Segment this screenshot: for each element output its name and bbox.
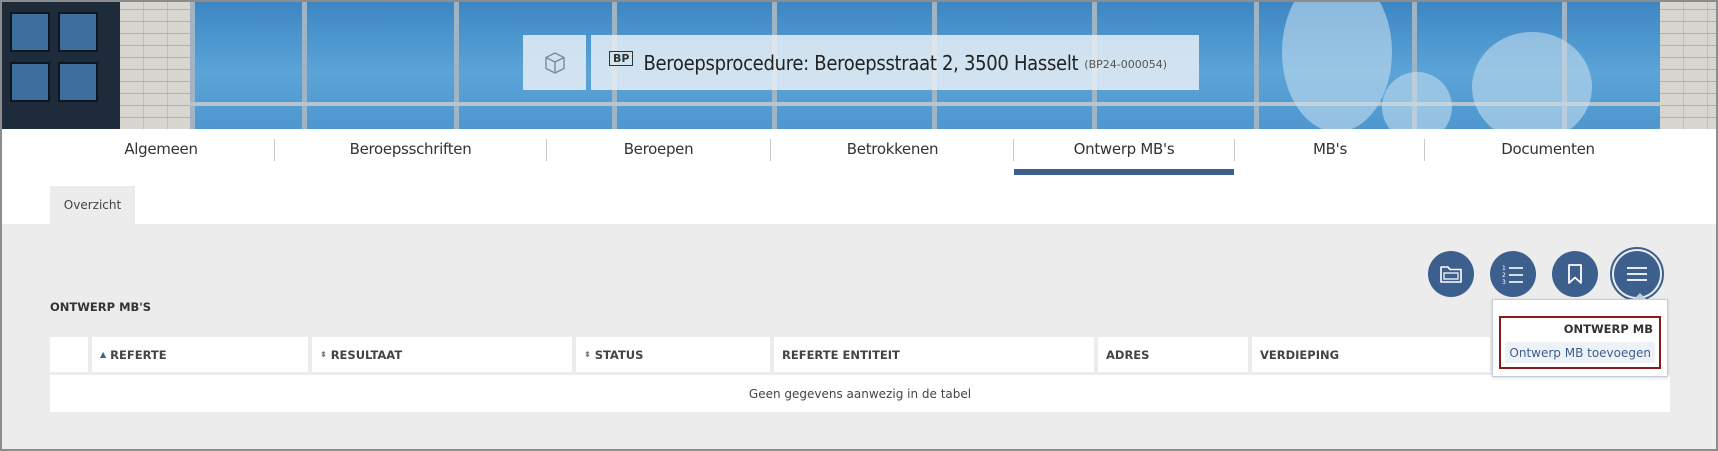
page-reference: (BP24-000054) (1084, 58, 1168, 71)
box-icon (544, 51, 565, 74)
column-label: STATUS (594, 347, 644, 362)
column-label: REFERTE ENTITEIT (782, 347, 900, 362)
hero-window (10, 12, 50, 52)
svg-text:3: 3 (1502, 279, 1506, 285)
tab-label: Algemeen (124, 140, 198, 158)
subtab-overzicht[interactable]: Overzicht (50, 186, 135, 224)
table-header-referte[interactable]: ▲ REFERTE (92, 337, 308, 372)
table-empty-row: Geen gegevens aanwezig in de tabel (50, 375, 1670, 412)
hero-mullion (302, 2, 307, 129)
hero-swirl (1282, 2, 1392, 129)
sort-asc-icon: ▲ (100, 349, 107, 359)
hero-brick-left (120, 2, 190, 129)
table-header-referte-entiteit[interactable]: REFERTE ENTITEIT (774, 337, 1094, 372)
tab-beroepsschriften[interactable]: Beroepsschriften (275, 129, 546, 176)
svg-text:1: 1 (1502, 265, 1506, 272)
tab-label: Betrokkenen (846, 140, 939, 158)
bp-badge: BP (609, 51, 634, 66)
ontwerp-mb-table: ▲ REFERTE ⬍ RESULTAAT ⬍ STATUS REFERTE E… (50, 337, 1670, 412)
main-tabs: Algemeen Beroepsschriften Beroepen Betro… (2, 129, 1716, 176)
hero-swirl (1472, 32, 1592, 129)
hero-building-left (2, 2, 120, 129)
tab-label: MB's (1313, 140, 1347, 158)
section-title: ONTWERP MB'S (50, 300, 152, 314)
content-area: ONTWERP MB'S 1 2 3 ▲ REFERTE ⬍ RESULTAAT… (2, 224, 1716, 449)
hero-window (10, 62, 50, 102)
hero-mullion (454, 2, 459, 129)
tab-label: Documenten (1501, 140, 1595, 158)
dropdown-header: ONTWERP MB (1563, 322, 1653, 336)
svg-text:2: 2 (1502, 272, 1506, 279)
table-header-status[interactable]: ⬍ STATUS (576, 337, 770, 372)
table-header-adres[interactable]: ADRES (1098, 337, 1248, 372)
dropdown-highlight: ONTWERP MB Ontwerp MB toevoegen (1499, 316, 1661, 369)
sort-icon: ⬍ (584, 349, 591, 359)
tab-betrokkenen[interactable]: Betrokkenen (771, 129, 1014, 176)
menu-button[interactable] (1610, 247, 1664, 301)
sub-tabs: Overzicht (2, 176, 1716, 224)
bookmark-button[interactable] (1552, 251, 1598, 297)
tab-label: Beroepsschriften (349, 140, 472, 158)
hero-mullion (190, 2, 195, 129)
tab-mbs[interactable]: MB's (1235, 129, 1425, 176)
sort-icon: ⬍ (320, 349, 327, 359)
numbered-list-icon: 1 2 3 (1502, 265, 1523, 285)
tab-documenten[interactable]: Documenten (1425, 129, 1671, 176)
hero-swirl (1382, 72, 1452, 129)
menu-icon (1627, 267, 1647, 281)
column-label: VERDIEPING (1260, 347, 1340, 362)
bookmark-icon (1568, 264, 1582, 284)
numbered-list-button[interactable]: 1 2 3 (1490, 251, 1536, 297)
tab-ontwerp-mbs[interactable]: Ontwerp MB's (1014, 129, 1234, 176)
page-title-box: BP Beroepsprocedure: Beroepsstraat 2, 35… (591, 35, 1199, 90)
tab-algemeen[interactable]: Algemeen (50, 129, 272, 176)
tab-beroepen[interactable]: Beroepen (547, 129, 770, 176)
tab-label: Beroepen (623, 140, 694, 158)
column-label: ADRES (1106, 347, 1150, 362)
actions-dropdown: ONTWERP MB Ontwerp MB toevoegen (1492, 293, 1668, 377)
table-header-select[interactable] (50, 337, 88, 372)
column-label: RESULTAAT (330, 347, 403, 362)
folder-button[interactable] (1428, 251, 1474, 297)
hero-window (58, 62, 98, 102)
table-header-resultaat[interactable]: ⬍ RESULTAAT (312, 337, 572, 372)
hero-window (58, 12, 98, 52)
hero-brick-right (1660, 2, 1716, 129)
tab-label: Ontwerp MB's (1073, 140, 1175, 158)
column-label: REFERTE (110, 347, 167, 362)
table-header: ▲ REFERTE ⬍ RESULTAAT ⬍ STATUS REFERTE E… (50, 337, 1670, 374)
table-header-verdieping[interactable]: VERDIEPING (1252, 337, 1490, 372)
title-icon-box (523, 35, 586, 90)
add-ontwerp-mb-menu-item[interactable]: Ontwerp MB toevoegen (1505, 342, 1655, 363)
hero-mullion (1254, 2, 1259, 129)
folder-icon (1440, 266, 1462, 283)
empty-message: Geen gegevens aanwezig in de tabel (748, 386, 972, 401)
page-title: Beroepsprocedure: Beroepsstraat 2, 3500 … (643, 50, 1079, 75)
